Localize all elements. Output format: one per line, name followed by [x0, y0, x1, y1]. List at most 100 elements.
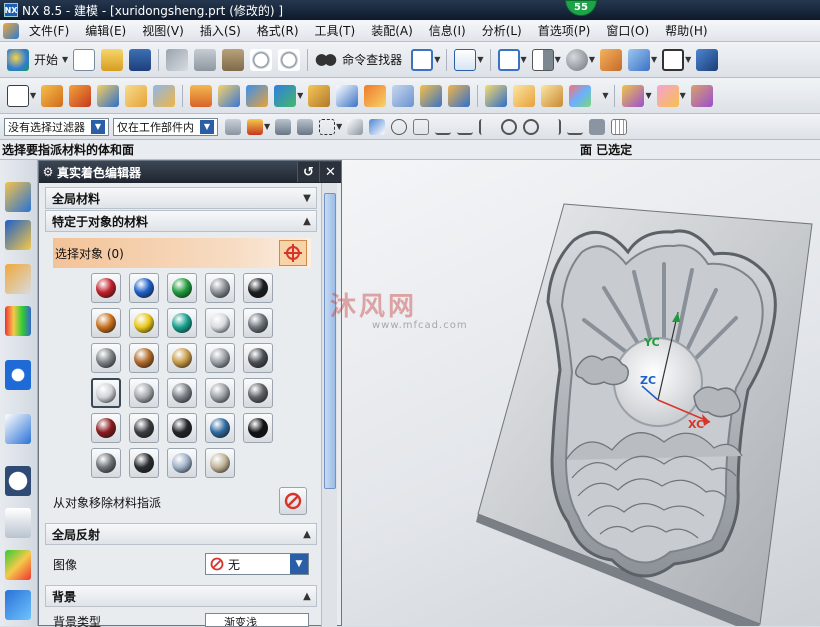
menu-preferences[interactable]: 首选项(P) [530, 22, 599, 39]
sketch-icon[interactable] [7, 84, 29, 107]
material-swatch[interactable] [167, 413, 197, 443]
menu-tools[interactable]: 工具(T) [307, 22, 364, 39]
select-object-button[interactable] [279, 240, 307, 266]
chevron-down-icon[interactable]: ▼ [555, 55, 561, 64]
redo-icon[interactable] [278, 48, 301, 71]
copy-icon[interactable] [194, 48, 217, 71]
orient-view-icon[interactable] [696, 48, 719, 71]
chevron-down-icon[interactable]: ▼ [91, 119, 105, 134]
chevron-down-icon[interactable]: ▼ [645, 91, 651, 100]
chevron-up-icon[interactable]: ▲ [298, 216, 316, 227]
material-swatch[interactable] [205, 378, 235, 408]
gear-icon[interactable]: ⚙ [39, 165, 57, 179]
roles-icon[interactable] [5, 590, 31, 620]
cut-icon[interactable] [166, 48, 189, 71]
assembly-navigator-icon[interactable] [5, 182, 31, 212]
chevron-down-icon[interactable]: ▼ [680, 91, 686, 100]
edge-blend-icon[interactable] [308, 84, 331, 107]
layer-icon[interactable] [627, 48, 650, 71]
menu-insert[interactable]: 插入(S) [192, 22, 249, 39]
start-button[interactable]: 开始 [34, 51, 58, 68]
material-swatch[interactable] [129, 378, 159, 408]
solid-block-icon[interactable] [485, 84, 508, 107]
chevron-down-icon[interactable]: ▼ [336, 122, 342, 131]
material-swatch[interactable] [167, 448, 197, 478]
selection-scope-select[interactable]: 仅在工作部件内 ▼ [113, 117, 218, 136]
dialog-scrollbar[interactable] [321, 183, 337, 627]
binoculars-icon[interactable] [315, 48, 338, 71]
material-swatch[interactable] [129, 448, 159, 478]
material-swatch[interactable] [91, 378, 121, 408]
block-icon[interactable] [97, 84, 120, 107]
chevron-down-icon[interactable]: ▼ [589, 55, 595, 64]
new-file-icon[interactable] [73, 48, 96, 71]
start-icon[interactable] [7, 48, 29, 71]
material-swatch[interactable] [91, 273, 121, 303]
material-swatch[interactable] [91, 413, 121, 443]
revolve-icon[interactable] [69, 84, 92, 107]
surface-icon[interactable] [541, 84, 564, 107]
intersection-icon[interactable] [479, 118, 495, 135]
remove-material-button[interactable] [279, 487, 307, 515]
menu-information[interactable]: 信息(I) [421, 22, 474, 39]
chevron-down-icon[interactable]: ▼ [30, 91, 36, 100]
material-swatch[interactable] [205, 308, 235, 338]
chevron-down-icon[interactable]: ▼ [477, 55, 483, 64]
constraint-navigator-icon[interactable] [5, 220, 31, 250]
existing-point-icon[interactable] [545, 118, 562, 135]
material-swatch[interactable] [243, 378, 273, 408]
chevron-down-icon[interactable]: ▼ [521, 55, 527, 64]
material-swatch[interactable] [129, 308, 159, 338]
reset-icon[interactable]: ↺ [297, 162, 319, 182]
menu-assembly[interactable]: 装配(A) [363, 22, 421, 39]
material-swatch[interactable] [91, 308, 121, 338]
assembly-icon[interactable] [274, 84, 297, 107]
arc-center-icon[interactable] [501, 118, 518, 135]
material-swatch[interactable] [91, 343, 121, 373]
section-global-reflection[interactable]: 全局反射 ▲ [45, 523, 317, 545]
material-swatch[interactable] [167, 308, 197, 338]
select-all-icon[interactable] [225, 118, 241, 135]
material-swatch[interactable] [129, 413, 159, 443]
section-object-material[interactable]: 特定于对象的材料 ▲ [45, 210, 317, 232]
fit-view-icon[interactable] [411, 48, 434, 71]
hole-icon[interactable] [125, 84, 148, 107]
draft-icon[interactable] [448, 84, 471, 107]
section-global-material[interactable]: 全局材料 ▼ [45, 187, 317, 209]
material-swatch[interactable] [243, 308, 273, 338]
datum-plane-icon[interactable] [190, 84, 213, 107]
process-studio-icon[interactable] [5, 414, 31, 444]
menu-analysis[interactable]: 分析(L) [474, 22, 530, 39]
chevron-up-icon[interactable]: ▲ [298, 529, 316, 540]
point-on-curve-icon[interactable] [567, 119, 584, 135]
filter-icon[interactable] [247, 118, 263, 135]
part-navigator-icon[interactable] [5, 264, 31, 294]
boolean-icon[interactable] [153, 84, 176, 107]
material-swatch[interactable] [243, 273, 273, 303]
endpoint-icon[interactable] [413, 118, 430, 135]
menu-help[interactable]: 帮助(H) [657, 22, 715, 39]
point-on-face-icon[interactable] [589, 118, 606, 135]
curve-icon[interactable] [513, 84, 536, 107]
type-filter-select[interactable]: 没有选择过滤器 ▼ [4, 117, 109, 136]
pattern-icon[interactable] [218, 84, 241, 107]
undo-icon[interactable] [250, 48, 273, 71]
material-swatch[interactable] [91, 448, 121, 478]
menu-app-icon[interactable] [3, 22, 19, 39]
material-swatch[interactable] [129, 273, 159, 303]
select-object-row[interactable]: 选择对象 (0) [53, 238, 311, 268]
point-snap-icon[interactable] [391, 118, 408, 135]
shaded-icon[interactable] [656, 84, 679, 107]
background-type-select[interactable]: 渐变浅 [205, 613, 309, 627]
open-folder-icon[interactable] [101, 48, 124, 71]
palette-icon[interactable] [5, 550, 31, 580]
material-swatch[interactable] [167, 378, 197, 408]
rectangle-select-icon[interactable] [319, 118, 336, 135]
render-style-icon[interactable] [565, 48, 588, 71]
info-icon[interactable] [454, 48, 477, 71]
menu-format[interactable]: 格式(R) [249, 22, 307, 39]
menu-window[interactable]: 窗口(O) [598, 22, 657, 39]
material-swatch[interactable] [243, 413, 273, 443]
chevron-down-icon[interactable]: ▼ [62, 55, 68, 64]
offset-face-icon[interactable] [420, 84, 443, 107]
